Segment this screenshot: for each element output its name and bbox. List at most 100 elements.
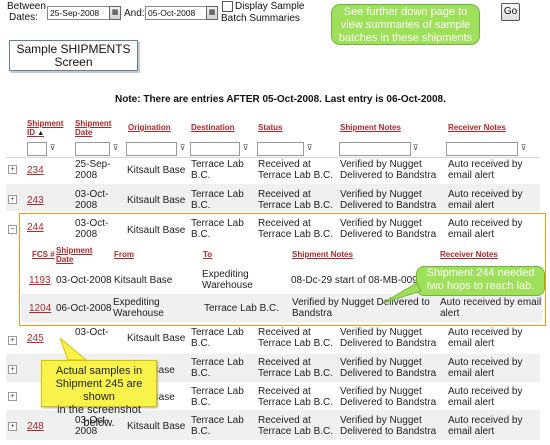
batch-summaries-label: Batch Summaries <box>221 13 300 24</box>
shipment-id-link[interactable]: 234 <box>27 165 44 176</box>
callout-line: Shipment 244 needed <box>426 267 535 279</box>
destination: Terrace Lab B.C. <box>191 357 244 379</box>
header-text: Shipment <box>56 246 93 255</box>
header-status[interactable]: Status <box>258 123 282 132</box>
status: Received at Terrace Lab B.C. <box>258 415 333 437</box>
dest-part: B.C. <box>191 229 211 240</box>
date-part: 2008 <box>75 170 98 181</box>
header-receiver-notes[interactable]: Receiver Notes <box>448 123 506 132</box>
shipment-id-link[interactable]: 245 <box>27 333 44 344</box>
from-calendar-icon[interactable]: ▦ <box>109 6 121 20</box>
subheader-fcs[interactable]: FCS # <box>32 250 55 259</box>
filter-notes-input[interactable] <box>339 142 411 156</box>
shipment-id-link[interactable]: 243 <box>27 195 44 206</box>
filter-funnel-icon[interactable]: ⊽ <box>111 143 120 152</box>
to-date-input[interactable]: 05-Oct-2008 <box>145 6 207 20</box>
filter-date-input[interactable] <box>75 142 110 156</box>
filter-funnel-icon[interactable]: ⊽ <box>519 143 528 152</box>
display-sample-label: Display Sample <box>235 1 305 12</box>
subheader-shipment-date[interactable]: Shipment Date <box>56 246 92 264</box>
sub-date: 06-Oct-2008 <box>56 303 112 314</box>
screen-title-line: Screen <box>54 55 93 69</box>
header-shipment-date[interactable]: Shipment Date <box>75 119 111 137</box>
fcs-link[interactable]: 1204 <box>29 303 51 314</box>
expand-icon[interactable]: + <box>8 165 17 174</box>
expand-icon[interactable]: + <box>8 365 17 374</box>
filter-receiver-input[interactable] <box>446 142 518 156</box>
status-part: Terrace Lab B.C. <box>258 200 334 211</box>
shipment-date: 03-Oct- 2008 <box>75 189 108 211</box>
from-part: Warehouse <box>113 308 164 319</box>
receiver-notes: Auto received by email alert <box>448 327 523 349</box>
header-destination[interactable]: Destination <box>191 123 235 132</box>
to-calendar-icon[interactable]: ▦ <box>206 6 218 20</box>
receiver-notes: Auto received by email alert <box>448 189 523 211</box>
shipment-notes: Verified by Nugget Delivered to Bandstra <box>340 357 436 379</box>
filter-status-input[interactable] <box>257 142 304 156</box>
header-shipment-id[interactable]: Shipment ID ▲ <box>27 119 63 138</box>
dest-part: Terrace Lab <box>191 327 244 338</box>
filter-funnel-icon[interactable]: ⊽ <box>241 143 250 152</box>
shipment-notes: Verified by Nugget Delivered to Bandstra <box>340 159 436 181</box>
notes-part: Delivered to Bandstra <box>340 338 437 349</box>
notes-part: Verified by Nugget <box>340 415 422 426</box>
filter-destination-input[interactable] <box>190 142 240 156</box>
header-text: Shipment <box>27 119 64 128</box>
from-date-input[interactable]: 25-Sep-2008 <box>47 6 110 20</box>
dest-part: Terrace Lab <box>191 415 244 426</box>
recv-part: Auto received by email <box>440 297 542 308</box>
status-part: Received at <box>258 415 311 426</box>
filter-id-input[interactable] <box>27 142 47 156</box>
filter-origination-input[interactable] <box>126 142 177 156</box>
filter-funnel-icon[interactable]: ⊽ <box>305 143 314 152</box>
subheader-to[interactable]: To <box>203 250 212 259</box>
recv-part: email alert <box>448 170 495 181</box>
dest-part: B.C. <box>191 426 211 437</box>
status: Received at Terrace Lab B.C. <box>258 357 333 379</box>
fcs-link[interactable]: 1193 <box>29 275 51 286</box>
expand-icon[interactable]: + <box>8 422 17 431</box>
green-callout-shipment-244: Shipment 244 needed two hops to reach la… <box>416 266 545 296</box>
destination: Terrace Lab B.C. <box>191 386 244 408</box>
notes-part: Verified by Nugget <box>340 189 422 200</box>
callout-line: Actual samples in <box>55 365 143 377</box>
callout-line: See further down page to <box>343 6 468 18</box>
dest-part: Terrace Lab <box>191 386 244 397</box>
shipment-notes: Verified by Nugget Delivered to Bandstra <box>340 189 436 211</box>
origination: Kitsault Base <box>127 195 186 206</box>
status: Received at Terrace Lab B.C. <box>258 159 333 181</box>
header-text: Shipment <box>75 119 112 128</box>
header-shipment-notes[interactable]: Shipment Notes <box>340 123 401 132</box>
row-divider <box>6 157 540 158</box>
expand-icon[interactable]: + <box>8 195 17 204</box>
filter-funnel-icon[interactable]: ⊽ <box>48 143 57 152</box>
receiver-notes: Auto received by email alert <box>448 415 523 437</box>
header-origination[interactable]: Origination <box>128 123 171 132</box>
subheader-from[interactable]: From <box>114 250 134 259</box>
filter-funnel-icon[interactable]: ⊽ <box>411 143 420 152</box>
sub-receiver: Auto received by email alert <box>440 297 541 319</box>
expand-icon[interactable]: + <box>8 392 17 401</box>
shipment-date: 03-Oct- <box>75 327 109 338</box>
filter-funnel-icon[interactable]: ⊽ <box>178 143 187 152</box>
status-part: Terrace Lab B.C. <box>258 397 334 408</box>
status: Received at Terrace Lab B.C. <box>258 218 333 240</box>
sub-to: Terrace Lab B.C. <box>204 303 280 314</box>
recv-part: email alert <box>448 338 495 349</box>
go-button[interactable]: Go <box>501 3 520 21</box>
shipment-id-link[interactable]: 244 <box>27 222 44 233</box>
notes-part: Verified by Nugget <box>340 357 422 368</box>
expand-icon[interactable]: + <box>8 336 17 345</box>
status-part: Terrace Lab B.C. <box>258 368 334 379</box>
date-part: 2008 <box>75 229 98 240</box>
display-batch-checkbox[interactable] <box>222 1 233 12</box>
subheader-shipment-notes[interactable]: Shipment Notes <box>292 250 353 259</box>
sub-from: Expediting Warehouse <box>113 297 164 319</box>
subheader-receiver-notes[interactable]: Receiver Notes <box>440 250 498 259</box>
receiver-notes: Auto received by email alert <box>448 159 523 181</box>
collapse-icon[interactable]: − <box>8 225 17 234</box>
status-part: Terrace Lab B.C. <box>258 170 334 181</box>
recv-part: email alert <box>448 426 495 437</box>
notes-part: Verified by Nugget <box>340 218 422 229</box>
callout-line: batches in these shipments <box>338 32 473 44</box>
